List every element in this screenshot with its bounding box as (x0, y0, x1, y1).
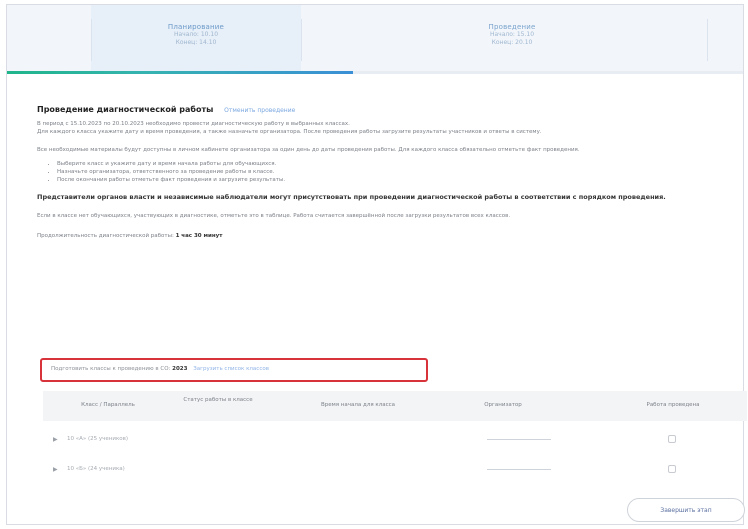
page-title: Проведение диагностической работы Отмени… (37, 105, 737, 114)
stage-steps-header: Планирование Начало: 10.10 Конец: 14.10 … (7, 5, 743, 72)
step-title: Проведение (488, 23, 536, 31)
main-content: Проведение диагностической работы Отмени… (37, 85, 737, 240)
expand-row-icon[interactable]: ▶ (53, 466, 58, 473)
duration-value: 1 час 30 минут (175, 233, 223, 239)
organizer-field[interactable] (487, 469, 551, 470)
class-name: 10 «Б» (24 ученика) (67, 466, 125, 472)
col-organizer: Организатор (484, 402, 522, 408)
table-row[interactable]: ▶ 10 «А» (25 учеников) (43, 427, 747, 453)
observers-heading: Представители органов власти и независим… (37, 193, 666, 201)
list-item: Назначьте организатора, ответственного з… (57, 168, 737, 176)
step-start-date: Начало: 15.10 (489, 31, 535, 38)
expand-row-icon[interactable]: ▶ (53, 436, 58, 443)
intro-paragraph: В период с 15.10.2023 по 20.10.2023 необ… (37, 120, 727, 136)
materials-paragraph: Все необходимые материалы будут доступны… (37, 147, 580, 153)
class-name: 10 «А» (25 учеников) (67, 436, 129, 442)
step-start-date: Начало: 10.10 (173, 31, 219, 38)
step-divider (91, 19, 92, 61)
list-item: Выберите класс и укажите дату и время на… (57, 160, 737, 168)
prepare-classes-value: 2023 (172, 366, 188, 372)
stage-progress-bar (7, 71, 743, 74)
instructions-list: Выберите класс и укажите дату и время на… (37, 160, 737, 184)
finish-stage-button[interactable]: Завершить этап (627, 498, 745, 522)
col-status: Статус работы в классе (183, 397, 253, 403)
col-class: Класс / Параллель (81, 402, 135, 408)
prepare-classes-line: Подготовить классы к проведению в СО: 20… (51, 366, 269, 372)
step-end-date: Конец: 20.10 (491, 39, 533, 46)
step-conducting[interactable]: Проведение Начало: 15.10 Конец: 20.10 (407, 5, 617, 71)
table-row[interactable]: ▶ 10 «Б» (24 ученика) (43, 457, 747, 483)
page-title-text: Проведение диагностической работы (37, 105, 214, 114)
stage-progress-fill (7, 71, 353, 74)
intro-line-1: В период с 15.10.2023 по 20.10.2023 необ… (37, 121, 350, 127)
conducted-checkbox[interactable] (668, 465, 676, 473)
col-start-time: Время начала для класса (320, 402, 396, 408)
step-divider (707, 19, 708, 61)
list-item: После окончания работы отметьте факт про… (57, 176, 737, 184)
step-title: Планирование (167, 23, 225, 31)
organizer-field[interactable] (487, 439, 551, 440)
duration-line: Продолжительность диагностической работы… (37, 232, 727, 240)
prepare-classes-label: Подготовить классы к проведению в СО: (51, 366, 171, 372)
conducted-checkbox[interactable] (668, 435, 676, 443)
cancel-conducting-link[interactable]: Отменить проведение (224, 107, 295, 114)
table-header: Класс / Параллель Статус работы в классе… (43, 391, 747, 421)
upload-classes-link[interactable]: Загрузить список классов (193, 366, 269, 372)
intro-line-2: Для каждого класса укажите дату и время … (37, 129, 542, 135)
window-frame: Планирование Начало: 10.10 Конец: 14.10 … (6, 4, 747, 525)
step-planning[interactable]: Планирование Начало: 10.10 Конец: 14.10 (91, 5, 301, 71)
step-divider (301, 19, 302, 61)
duration-label: Продолжительность диагностической работы… (37, 233, 174, 239)
step-end-date: Конец: 14.10 (175, 39, 217, 46)
col-conducted: Работа проведена (646, 402, 700, 408)
results-paragraph: Если в классе нет обучающихся, участвующ… (37, 213, 511, 219)
